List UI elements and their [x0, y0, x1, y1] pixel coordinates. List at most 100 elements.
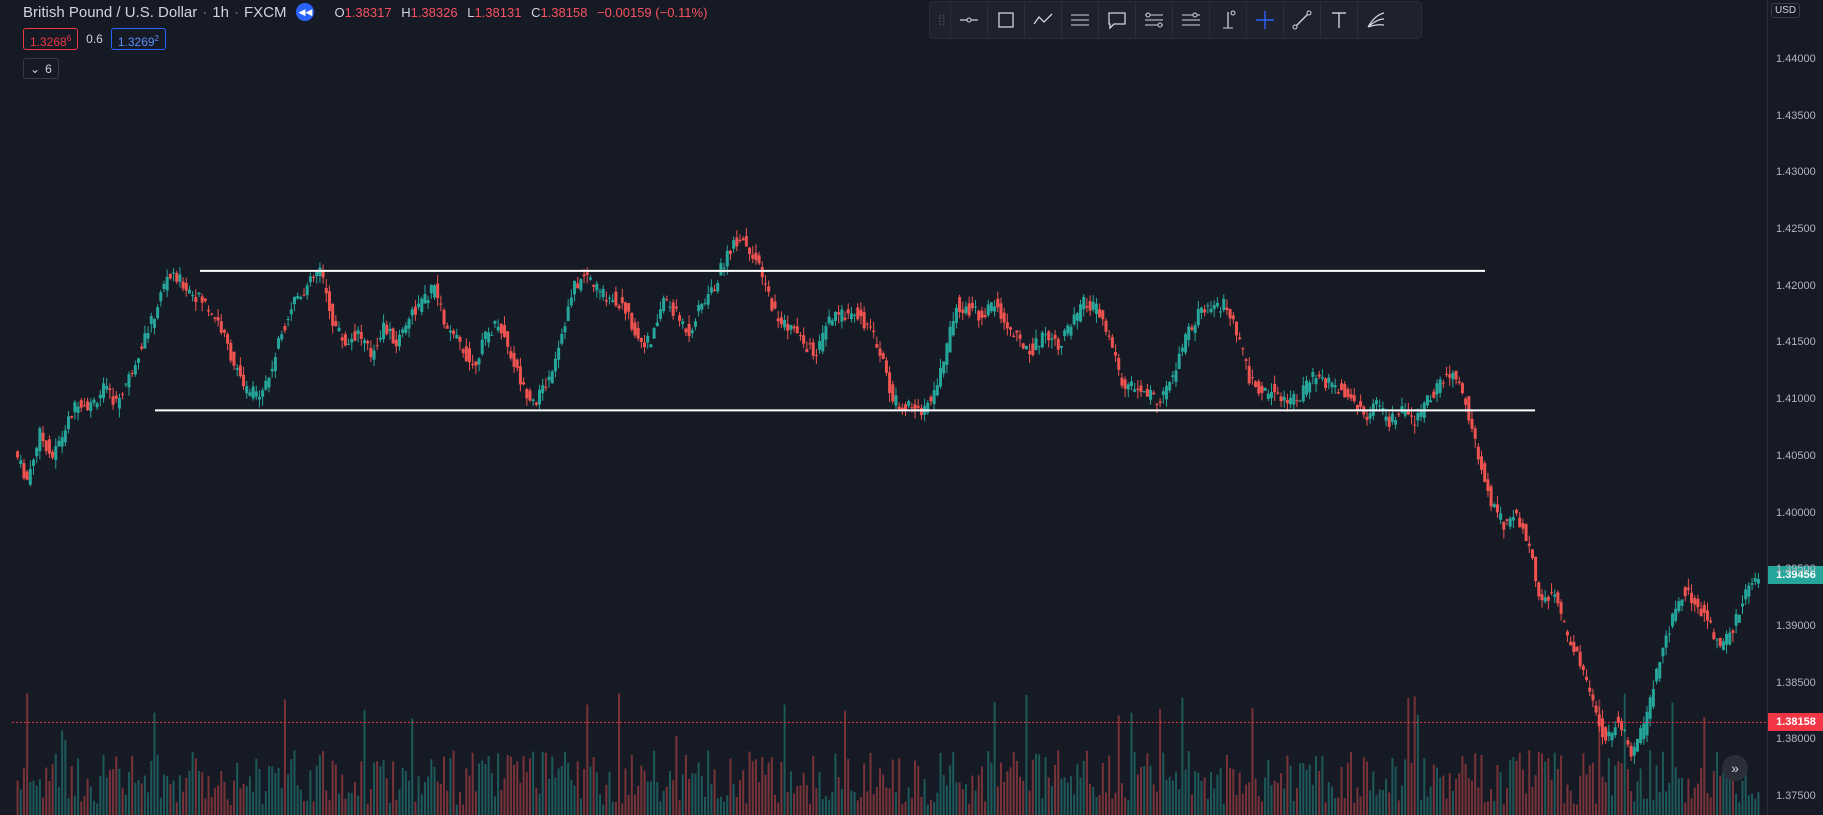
symbol-title[interactable]: British Pound / U.S. Dollar [23, 4, 197, 21]
volume-bar [1687, 778, 1690, 815]
volume-bar [1111, 798, 1114, 815]
price-axis[interactable]: USD 1.39456 1.38158 1.44000 1.43500 1.4300… [1767, 0, 1823, 815]
indicators-collapse-button[interactable]: ⌄ 6 [23, 58, 59, 79]
volume-bar [296, 785, 299, 815]
volume-bar [1264, 777, 1267, 815]
volume-bar [1289, 765, 1292, 815]
candle-body [229, 342, 233, 361]
volume-bar [1257, 796, 1260, 815]
candle-body [1390, 413, 1394, 422]
candle-body [1594, 705, 1598, 713]
volume-bar [1311, 784, 1314, 815]
path-icon[interactable] [1024, 3, 1061, 37]
volume-bar [1162, 752, 1165, 815]
candle-body [1502, 521, 1506, 530]
candle-body [1075, 313, 1079, 321]
candle-body [280, 334, 284, 340]
candle-body [1317, 374, 1321, 377]
candle-body [1728, 632, 1732, 645]
volume-bar [1397, 800, 1400, 815]
candle-body [1292, 394, 1296, 405]
volume-bar [363, 709, 366, 815]
fib-fan-icon[interactable] [1357, 3, 1394, 37]
volume-bar [353, 781, 356, 815]
candle-body [19, 460, 23, 464]
price-chart[interactable] [0, 0, 1767, 815]
candle-body [327, 291, 331, 312]
candle-body [1365, 416, 1369, 420]
buy-button[interactable]: 1.32692 [110, 28, 166, 50]
candle-body [748, 247, 752, 254]
rectangle-icon[interactable] [987, 3, 1024, 37]
candle-body [152, 319, 156, 328]
candle-body [1117, 357, 1121, 370]
candle-body [1241, 348, 1245, 350]
candlesticks [16, 227, 1760, 765]
drag-handle-icon[interactable]: ⁞⁞ [938, 12, 950, 28]
candle-body [471, 363, 475, 365]
trend-line-icon[interactable] [1283, 3, 1320, 37]
candle-body [980, 310, 984, 318]
volume-bar [939, 752, 942, 815]
replay-icon[interactable]: ◀◀ [296, 3, 315, 21]
double-chevron-right-icon: » [1731, 760, 1739, 776]
candle-body [888, 372, 892, 394]
volume-bar [290, 759, 293, 815]
candle-body [728, 250, 732, 254]
volume-bar [458, 792, 461, 815]
candle-body [1269, 392, 1273, 399]
sell-button[interactable]: 1.32686 [23, 28, 79, 50]
candle-body [1569, 641, 1573, 646]
candle-body [1123, 379, 1127, 389]
candle-body [67, 416, 71, 430]
interval-label[interactable]: 1h [212, 4, 229, 21]
candle-body [1480, 456, 1484, 470]
candle-body [986, 304, 990, 316]
candle-body [808, 343, 812, 345]
text-icon[interactable] [1320, 3, 1357, 37]
volume-bar [1547, 758, 1550, 815]
candle-body [1756, 578, 1760, 584]
scroll-to-realtime-button[interactable]: » [1722, 755, 1748, 781]
drawing-toolbar: ⁞⁞ [929, 1, 1422, 39]
volume-bar [490, 772, 493, 815]
currency-selector[interactable]: USD [1771, 3, 1801, 18]
range-icon[interactable] [1172, 3, 1209, 37]
candle-body [1413, 424, 1417, 426]
volume-bar [586, 704, 589, 815]
volume-bar [446, 790, 449, 815]
candle-body [54, 446, 58, 460]
candle-body [452, 330, 456, 335]
crosshair-icon[interactable] [1246, 3, 1283, 37]
parallel-lines-icon[interactable] [1061, 3, 1098, 37]
volume-bar [248, 776, 251, 815]
candle-body [722, 267, 726, 269]
volume-bar [382, 759, 385, 815]
volume-bar [1585, 774, 1588, 815]
candle-body [617, 305, 621, 309]
candle-body [1715, 639, 1719, 641]
candle-body [904, 404, 908, 410]
vertical-ray-icon[interactable] [1209, 3, 1246, 37]
candle-body [1470, 418, 1474, 429]
volume-bar [127, 772, 130, 815]
horizontal-ray-icon[interactable] [950, 3, 987, 37]
volume-bar [22, 768, 25, 815]
volume-bar [1031, 759, 1034, 815]
callout-icon[interactable] [1098, 3, 1135, 37]
volume-bar [509, 756, 512, 815]
candle-body [1044, 334, 1048, 336]
volume-bar [1572, 803, 1575, 815]
volume-bar [1665, 791, 1668, 815]
candle-body [687, 324, 691, 337]
position-icon[interactable] [1135, 3, 1172, 37]
volume-bar [834, 753, 837, 815]
volume-bar [1537, 751, 1540, 815]
volume-bar [303, 801, 306, 815]
candle-body [1521, 523, 1525, 529]
volume-bar [525, 772, 528, 815]
candle-body [830, 320, 834, 326]
volume-bar [828, 799, 831, 815]
candle-body [1133, 389, 1137, 392]
candle-body [73, 402, 77, 413]
